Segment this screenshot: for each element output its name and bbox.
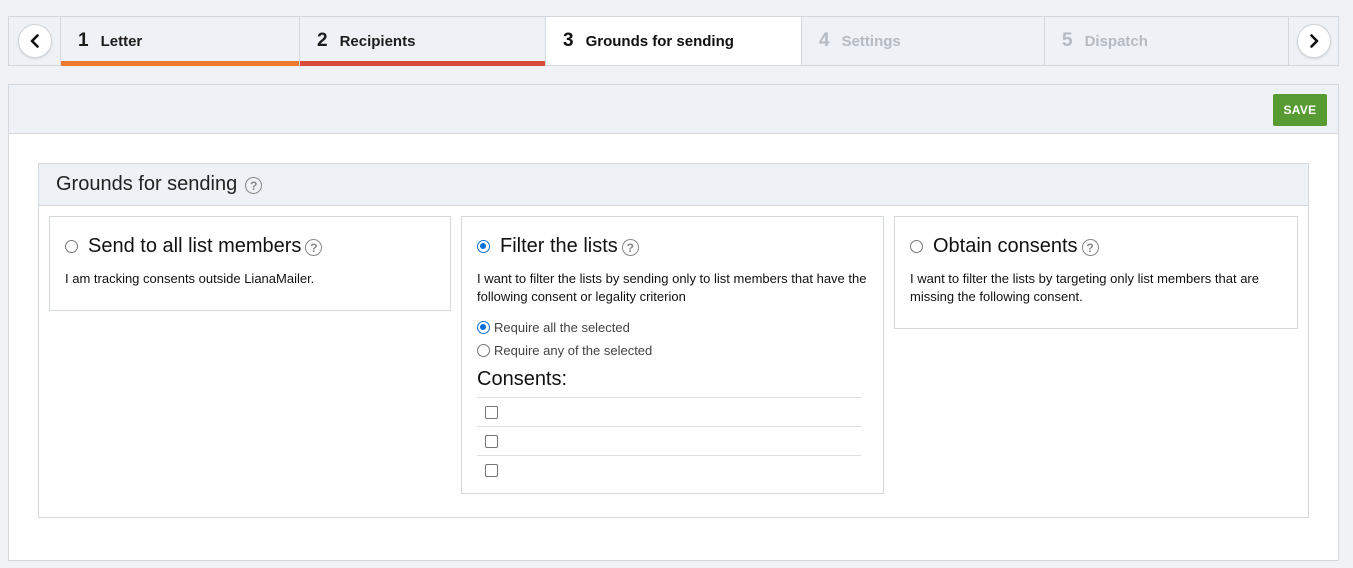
consent-checkbox[interactable]: [485, 434, 498, 448]
question-circle-icon[interactable]: ?: [1081, 239, 1099, 256]
question-circle-icon[interactable]: ?: [621, 239, 639, 256]
section-header: Grounds for sending ?: [39, 164, 1308, 206]
option-card-obtain-consents[interactable]: Obtain consents ? I want to filter the l…: [894, 216, 1298, 329]
filter-lists-radio[interactable]: [477, 240, 490, 253]
step-number: 4: [819, 30, 830, 51]
match-mode-group: Require all the selected Require any of …: [477, 316, 868, 362]
panel-toolbar: SAVE: [9, 85, 1338, 134]
option-header: Filter the lists ?: [477, 235, 868, 258]
step-recipients[interactable]: 2 Recipients: [299, 17, 545, 66]
step-grounds-for-sending[interactable]: 3 Grounds for sending: [545, 17, 801, 65]
consent-row[interactable]: [477, 455, 861, 484]
step-letter[interactable]: 1 Letter: [60, 17, 299, 66]
question-circle-icon[interactable]: ?: [305, 239, 323, 256]
option-card-filter-lists[interactable]: Filter the lists ? I want to filter the …: [461, 216, 884, 494]
step-number: 3: [563, 30, 574, 51]
option-header: Send to all list members ?: [65, 235, 435, 258]
chevron-left-icon[interactable]: [18, 24, 52, 58]
step-label: Settings: [841, 32, 901, 50]
consents-title: Consents:: [477, 368, 568, 390]
step-label: Grounds for sending: [585, 32, 734, 50]
option-description: I want to filter the lists by targeting …: [910, 271, 1259, 304]
step-label: Dispatch: [1084, 32, 1148, 50]
section-title: Grounds for sending: [56, 173, 238, 195]
step-label: Recipients: [339, 32, 416, 50]
consent-row[interactable]: [477, 426, 861, 455]
step-number: 5: [1062, 30, 1073, 51]
require-all-label: Require all the selected: [494, 320, 630, 335]
consents-list: [477, 397, 861, 484]
option-title: Filter the lists: [500, 235, 618, 257]
consent-checkbox[interactable]: [485, 463, 498, 477]
step-number: 1: [78, 30, 89, 51]
require-all-option[interactable]: Require all the selected: [477, 316, 868, 339]
step-dispatch[interactable]: 5 Dispatch: [1044, 17, 1289, 65]
require-any-option[interactable]: Require any of the selected: [477, 339, 868, 362]
wizard-stepper: 1 Letter 2 Recipients 3 Grounds for send…: [8, 16, 1339, 66]
step-progress-bar: [300, 61, 545, 66]
obtain-consents-radio[interactable]: [910, 240, 923, 253]
consent-row[interactable]: [477, 397, 861, 426]
question-circle-icon[interactable]: ?: [245, 177, 263, 194]
main-panel: SAVE Grounds for sending ? Send to all l…: [8, 84, 1339, 561]
step-settings[interactable]: 4 Settings: [801, 17, 1044, 65]
save-button[interactable]: SAVE: [1273, 94, 1327, 126]
option-description: I am tracking consents outside LianaMail…: [65, 271, 315, 286]
grounds-section: Grounds for sending ? Send to all list m…: [38, 163, 1309, 518]
send-to-all-radio[interactable]: [65, 240, 78, 253]
chevron-right-icon[interactable]: [1297, 24, 1331, 58]
option-header: Obtain consents ?: [910, 235, 1282, 258]
require-any-label: Require any of the selected: [494, 343, 653, 358]
option-card-send-to-all[interactable]: Send to all list members ? I am tracking…: [49, 216, 451, 311]
step-number: 2: [317, 30, 328, 51]
option-title: Send to all list members: [88, 235, 302, 257]
consent-checkbox[interactable]: [485, 405, 498, 419]
option-title: Obtain consents: [933, 235, 1078, 257]
step-progress-bar: [61, 61, 299, 66]
require-all-radio[interactable]: [477, 321, 490, 334]
step-label: Letter: [100, 32, 143, 50]
require-any-radio[interactable]: [477, 344, 490, 357]
option-description: I want to filter the lists by sending on…: [477, 271, 867, 304]
